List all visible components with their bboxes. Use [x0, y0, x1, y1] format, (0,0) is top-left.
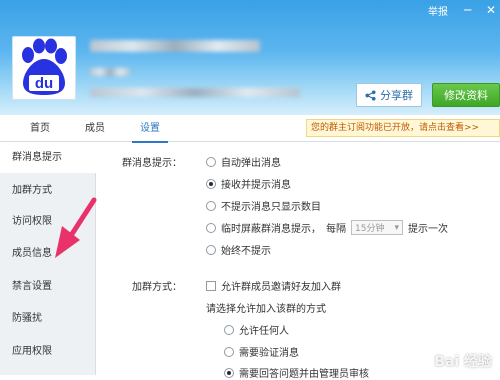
annotation-arrow-icon [55, 197, 97, 258]
baidu-jingyan-watermark: Bai 经验 [434, 354, 492, 370]
